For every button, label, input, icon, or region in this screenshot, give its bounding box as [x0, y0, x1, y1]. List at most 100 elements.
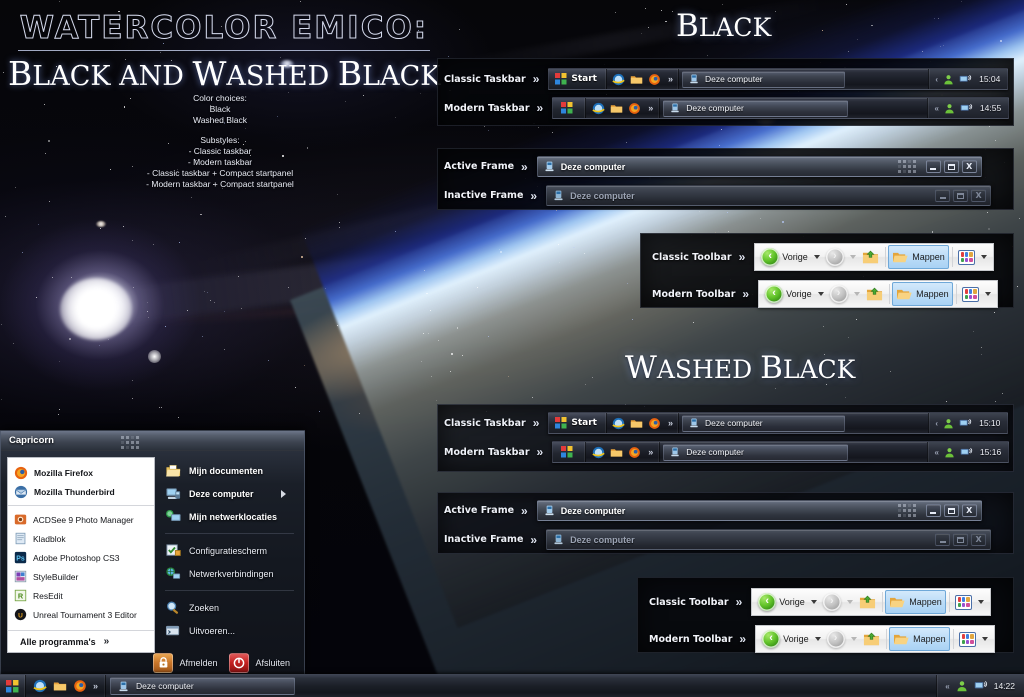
folders-button[interactable]: Mappen [885, 590, 946, 614]
task-button[interactable]: Deze computer [682, 414, 845, 432]
start-place-my-computer[interactable]: Deze computer [165, 482, 298, 505]
clock[interactable]: 15:10 [979, 418, 1000, 428]
forward-dropdown-icon[interactable] [850, 637, 857, 641]
start-item-acdsee[interactable]: ACDSee 9 Photo Manager [8, 510, 154, 529]
back-dropdown-icon[interactable] [813, 255, 820, 259]
task-button[interactable]: Deze computer [663, 443, 849, 461]
internet-explorer-icon[interactable] [612, 73, 625, 86]
system-tray[interactable]: ‹ 15:10 [928, 413, 1008, 433]
folder-icon[interactable] [610, 102, 623, 115]
quick-launch-chevron-icon[interactable]: » [648, 447, 653, 457]
taskbar-modern-washed[interactable]: » Deze computer « 15:16 [552, 441, 1010, 463]
views-button[interactable] [959, 282, 982, 306]
quick-launch-bar[interactable]: » [607, 69, 679, 89]
clock[interactable]: 14:55 [980, 103, 1001, 113]
maximize-button[interactable] [943, 504, 959, 517]
user-account-icon[interactable] [944, 103, 955, 114]
start-item-notepad[interactable]: Kladblok [8, 529, 154, 548]
tray-expand-icon[interactable]: « [934, 104, 938, 113]
forward-button[interactable]: › [820, 590, 844, 614]
all-programs-button[interactable]: Alle programma's » [8, 630, 154, 652]
folder-icon[interactable] [610, 446, 623, 459]
views-dropdown-icon[interactable] [982, 637, 989, 641]
start-button[interactable] [553, 98, 587, 118]
network-volume-icon[interactable] [959, 418, 972, 429]
forward-dropdown-icon[interactable] [853, 292, 860, 296]
window-titlebar-active-black[interactable]: Deze computer X [536, 156, 982, 177]
system-tray[interactable]: ‹ 15:04 [928, 69, 1008, 89]
start-place-my-documents[interactable]: Mijn documenten [165, 459, 298, 482]
quick-launch-bar[interactable]: » [586, 442, 661, 462]
quick-launch-chevron-icon[interactable]: » [668, 418, 673, 428]
forward-dropdown-icon[interactable] [846, 600, 853, 604]
start-item-stylebuilder[interactable]: StyleBuilder [8, 567, 154, 586]
explorer-toolbar-modern-black[interactable]: ‹ Vorige › Mappen [758, 280, 999, 308]
clock[interactable]: 15:16 [980, 447, 1001, 457]
tray-expand-icon[interactable]: « [934, 448, 938, 457]
start-item-firefox[interactable]: Mozilla Firefox [8, 463, 154, 482]
views-dropdown-icon[interactable] [978, 600, 985, 604]
user-account-icon[interactable] [943, 418, 954, 429]
start-place-search[interactable]: Zoeken [165, 596, 298, 619]
back-button[interactable]: ‹ Vorige [762, 282, 815, 306]
start-button[interactable]: Start [549, 413, 607, 433]
clock[interactable]: 15:04 [979, 74, 1000, 84]
folder-icon[interactable] [630, 417, 643, 430]
firefox-icon[interactable] [648, 417, 661, 430]
clock[interactable]: 14:22 [994, 681, 1015, 691]
task-button[interactable]: Deze computer [682, 70, 845, 88]
close-button[interactable]: X [971, 189, 987, 202]
network-volume-icon[interactable] [959, 74, 972, 85]
up-button[interactable] [856, 590, 879, 614]
views-button[interactable] [955, 245, 978, 269]
user-account-icon[interactable] [944, 447, 955, 458]
start-place-control-panel[interactable]: Configuratiescherm [165, 539, 298, 562]
forward-button[interactable]: › [824, 627, 848, 651]
taskbar-classic-washed[interactable]: Start » Deze computer ‹ 15:10 [548, 412, 1009, 434]
close-button[interactable]: X [961, 160, 977, 173]
forward-button[interactable]: › [823, 245, 847, 269]
explorer-toolbar-classic-black[interactable]: ‹ Vorige › Mappen [754, 243, 995, 271]
views-dropdown-icon[interactable] [985, 292, 992, 296]
quick-launch-chevron-icon[interactable]: » [668, 74, 673, 84]
maximize-button[interactable] [943, 160, 959, 173]
quick-launch-chevron-icon[interactable]: » [648, 103, 653, 113]
views-button[interactable] [956, 627, 979, 651]
start-item-thunderbird[interactable]: Mozilla Thunderbird [8, 482, 154, 501]
firefox-icon[interactable] [648, 73, 661, 86]
network-volume-icon[interactable] [960, 103, 973, 114]
explorer-toolbar-modern-washed[interactable]: ‹ Vorige › Mappen [755, 625, 996, 653]
minimize-button[interactable] [925, 504, 941, 517]
start-place-network-connections[interactable]: Netwerkverbindingen [165, 562, 298, 585]
forward-dropdown-icon[interactable] [849, 255, 856, 259]
views-button[interactable] [952, 590, 975, 614]
start-button[interactable] [553, 442, 587, 462]
window-titlebar-active-washed[interactable]: Deze computer X [536, 500, 982, 521]
window-titlebar-inactive-black[interactable]: Deze computer X [546, 185, 992, 206]
quick-launch-bar[interactable]: » [26, 675, 107, 697]
folder-icon[interactable] [53, 679, 67, 693]
start-item-resedit[interactable]: R ResEdit [8, 586, 154, 605]
firefox-icon[interactable] [628, 102, 641, 115]
task-button[interactable]: Deze computer [663, 99, 849, 117]
close-button[interactable]: X [961, 504, 977, 517]
desktop-taskbar[interactable]: » Deze computer « 14:22 [0, 674, 1024, 697]
up-button[interactable] [859, 245, 882, 269]
start-button[interactable]: Start [549, 69, 607, 89]
maximize-button[interactable] [953, 533, 969, 546]
internet-explorer-icon[interactable] [612, 417, 625, 430]
system-tray[interactable]: « 14:22 [936, 675, 1024, 697]
back-button[interactable]: ‹ Vorige [758, 245, 811, 269]
quick-launch-bar[interactable]: » [607, 413, 679, 433]
forward-button[interactable]: › [827, 282, 851, 306]
shut-down-button[interactable]: Afsluiten [229, 653, 290, 673]
explorer-toolbar-classic-washed[interactable]: ‹ Vorige › Mappen [751, 588, 992, 616]
user-account-icon[interactable] [943, 74, 954, 85]
log-off-button[interactable]: Afmelden [153, 653, 217, 673]
network-volume-icon[interactable] [960, 447, 973, 458]
tray-expand-icon[interactable]: ‹ [935, 75, 938, 84]
start-button[interactable] [0, 675, 26, 697]
up-button[interactable] [860, 627, 883, 651]
start-item-photoshop[interactable]: Ps Adobe Photoshop CS3 [8, 548, 154, 567]
internet-explorer-icon[interactable] [592, 102, 605, 115]
